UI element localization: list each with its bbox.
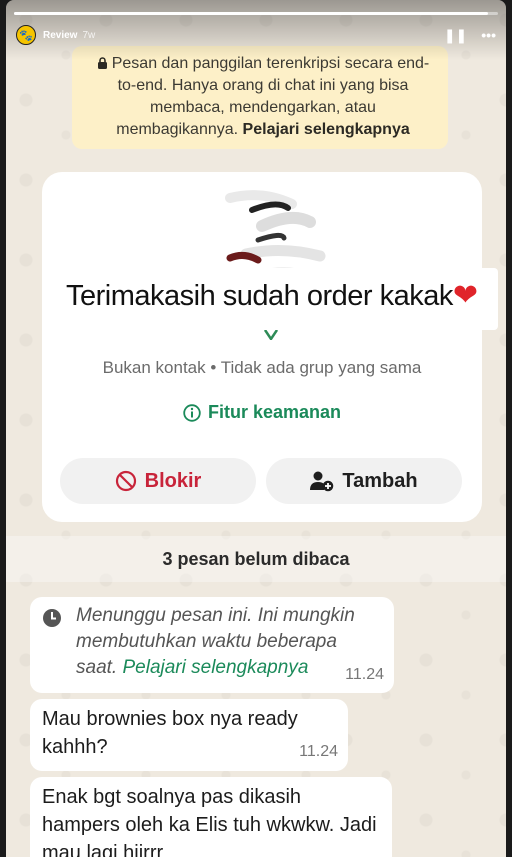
add-person-icon: [310, 471, 334, 492]
block-button[interactable]: Blokir: [60, 458, 256, 504]
message-text: Enak bgt soalnya pas dikasih hampers ole…: [42, 786, 377, 857]
message-bubble[interactable]: Enak bgt soalnya pas dikasih hampers ole…: [30, 777, 392, 857]
security-features-label: Fitur keamanan: [207, 402, 342, 422]
info-icon: [183, 403, 201, 422]
add-contact-button[interactable]: Tambah: [266, 458, 462, 504]
pause-icon[interactable]: ❚❚: [444, 28, 467, 42]
avatar[interactable]: 🐾: [16, 25, 36, 45]
thank-you-sticker: Terimakasih sudah order kakak❤: [56, 268, 498, 330]
more-icon[interactable]: •••: [481, 28, 496, 42]
heart-icon: ❤: [452, 279, 478, 312]
security-features-link[interactable]: Fitur keamanan: [42, 402, 482, 423]
encryption-notice[interactable]: Pesan dan panggilan terenkripsi secara e…: [72, 46, 448, 149]
story-username[interactable]: Review: [43, 30, 77, 41]
message-time: 11.24: [345, 666, 384, 683]
waiting-message-bubble[interactable]: Menunggu pesan ini. Ini mungkin membutuh…: [30, 597, 394, 693]
message-time: 11.24: [299, 743, 338, 760]
story-progress-fill: [14, 12, 489, 15]
message-text: Mau brownies box nya ready kahhh?: [42, 708, 298, 758]
clock-icon: [43, 609, 61, 627]
block-button-label: Blokir: [144, 469, 202, 492]
story-time-ago: 7w: [82, 29, 96, 41]
message-bubble[interactable]: Mau brownies box nya ready kahhh? 11.24: [30, 699, 348, 771]
block-icon: [115, 470, 136, 492]
story-header: 🐾 Review 7w ❚❚ •••: [16, 24, 496, 46]
add-contact-label: Tambah: [342, 469, 418, 492]
unread-messages-banner: 3 pesan belum dibaca: [6, 536, 506, 582]
sticker-text: Terimakasih sudah order kakak: [66, 280, 453, 312]
encryption-learn-more-link[interactable]: Pelajari selengkapnya: [243, 121, 410, 138]
waiting-learn-more-link[interactable]: Pelajari selengkapnya: [122, 657, 308, 678]
story-view: 🐾 Review 7w ❚❚ ••• Pesan dan panggilan t…: [6, 0, 506, 857]
contact-info: Bukan kontak • Tidak ada grup yang sama: [102, 358, 422, 377]
contact-card: Bukan kontak • Tidak ada grup yang sama …: [42, 172, 482, 522]
story-progress-bar: [14, 12, 498, 15]
